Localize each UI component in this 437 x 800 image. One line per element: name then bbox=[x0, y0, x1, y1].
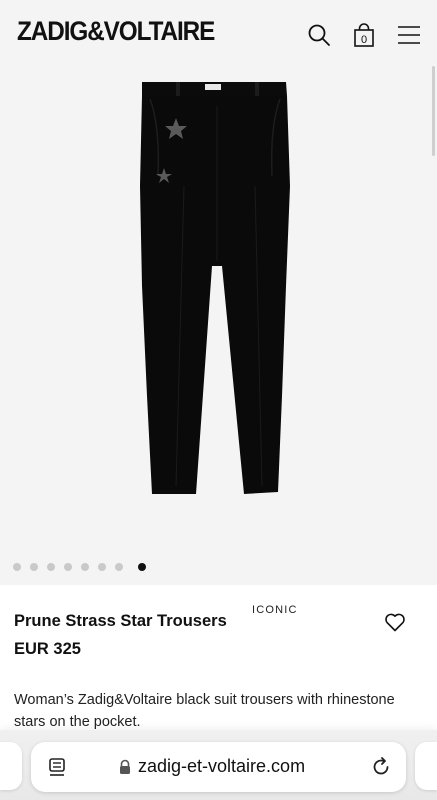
product-description: Woman’s Zadig&Voltaire black suit trouse… bbox=[14, 692, 395, 730]
product-title: Prune Strass Star Trousers bbox=[14, 612, 227, 630]
product-price: EUR 325 bbox=[14, 640, 81, 658]
tabs-icon[interactable] bbox=[47, 756, 69, 778]
carousel-dot[interactable] bbox=[81, 563, 89, 571]
menu-icon[interactable] bbox=[396, 22, 422, 48]
next-tab-edge[interactable] bbox=[415, 742, 437, 790]
search-icon[interactable] bbox=[306, 22, 332, 48]
product-image bbox=[13, 82, 290, 571]
carousel-dot[interactable] bbox=[115, 563, 123, 571]
product-gallery[interactable] bbox=[0, 66, 437, 585]
cart-count: 0 bbox=[361, 34, 367, 46]
iconic-badge: ICONIC bbox=[252, 604, 298, 616]
previous-tab-edge[interactable] bbox=[0, 742, 22, 790]
bag-icon[interactable]: 0 bbox=[351, 22, 377, 48]
url-text[interactable]: zadig-et-voltaire.com bbox=[138, 756, 305, 777]
site-header: ZADIG&VOLTAIRE 0 bbox=[0, 0, 437, 66]
carousel-dot[interactable] bbox=[98, 563, 106, 571]
brand-logo[interactable]: ZADIG&VOLTAIRE bbox=[17, 16, 215, 47]
carousel-dot[interactable] bbox=[13, 563, 21, 571]
address-bar[interactable]: zadig-et-voltaire.com bbox=[31, 742, 406, 792]
lock-icon bbox=[120, 759, 130, 774]
carousel-dot-active[interactable] bbox=[138, 563, 146, 571]
carousel-dot[interactable] bbox=[30, 563, 38, 571]
browser-toolbar: zadig-et-voltaire.com bbox=[0, 730, 437, 800]
reload-icon[interactable] bbox=[369, 755, 393, 779]
heart-icon[interactable] bbox=[383, 610, 407, 634]
carousel-dot[interactable] bbox=[64, 563, 72, 571]
carousel-dot[interactable] bbox=[47, 563, 55, 571]
carousel-dots[interactable] bbox=[13, 563, 146, 571]
